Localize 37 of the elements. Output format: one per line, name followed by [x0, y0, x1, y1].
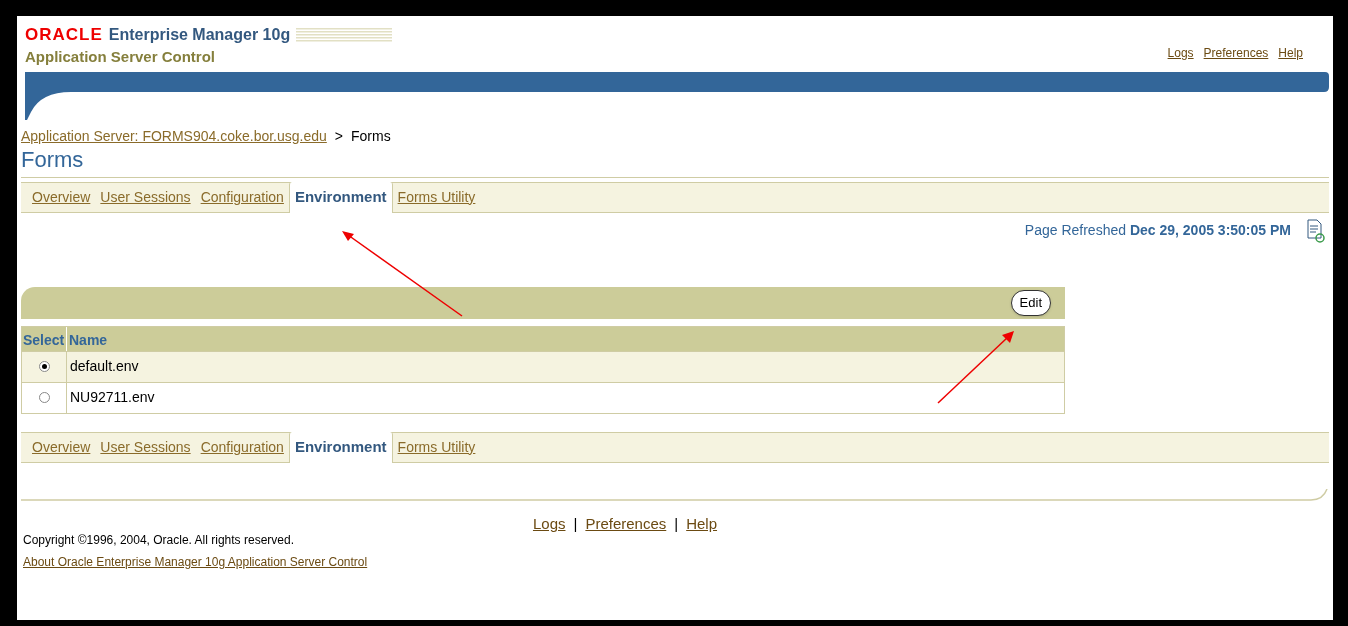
tab[interactable]: Environment — [288, 431, 393, 463]
radio-button[interactable] — [38, 361, 50, 372]
column-header: Name — [68, 330, 109, 350]
copyright-text: Copyright ©1996, 2004, Oracle. All rights reserved. — [22, 532, 295, 549]
link-separator: | — [674, 513, 679, 534]
table-cell-text: default.env — [69, 357, 140, 376]
tab[interactable]: User Sessions — [95, 432, 196, 462]
tab[interactable]: Forms Utility — [392, 182, 481, 212]
app-subtitle: Application Server Control — [25, 47, 217, 66]
oracle-logo: ORACLE — [25, 24, 103, 46]
breadcrumb-separator: > — [334, 126, 343, 146]
header-link[interactable]: Preferences — [1203, 44, 1269, 66]
link-separator: | — [573, 513, 578, 534]
tab[interactable]: Environment — [288, 181, 393, 213]
radio-button[interactable] — [38, 392, 50, 403]
stripes-icon — [296, 26, 393, 43]
tab[interactable]: Configuration — [195, 182, 289, 212]
tab[interactable]: Overview — [27, 432, 96, 462]
product-name: Enterprise Manager 10g — [108, 24, 291, 45]
about-link[interactable]: About Oracle Enterprise Manager 10g Application Server Control — [21, 553, 1329, 571]
tab[interactable]: Forms Utility — [392, 432, 481, 462]
refresh-icon[interactable] — [1307, 218, 1325, 243]
tab[interactable]: User Sessions — [95, 182, 196, 212]
footer-link[interactable]: Logs — [532, 512, 566, 535]
header-link[interactable]: Help — [1278, 44, 1303, 66]
tab[interactable]: Configuration — [195, 432, 289, 462]
footer-link[interactable]: Help — [686, 512, 718, 535]
table-cell-text: NU92711.env — [69, 388, 156, 407]
column-header: Select — [22, 326, 67, 351]
footer-link[interactable]: Preferences — [585, 512, 667, 535]
page-title: Forms — [21, 146, 1329, 178]
header-link[interactable]: Logs — [1167, 44, 1194, 66]
tab[interactable]: Overview — [27, 182, 96, 212]
edit-button[interactable]: Edit — [1010, 289, 1051, 316]
breadcrumb-current: Forms — [351, 126, 391, 146]
breadcrumb-link[interactable]: Application Server: FORMS904.coke.bor.usg.edu — [21, 125, 327, 147]
refresh-label: Page Refreshed Dec 29, 2005 3:50:05 PM — [1024, 221, 1291, 240]
